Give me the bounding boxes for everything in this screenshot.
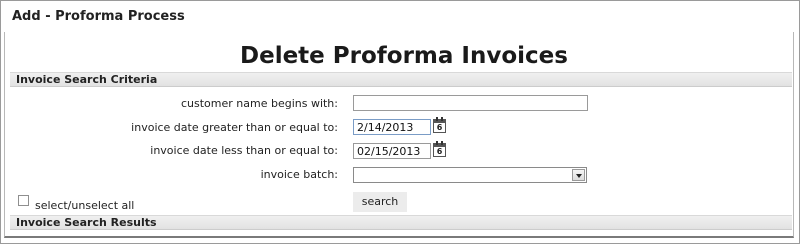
calendar-icon[interactable]: 6: [433, 141, 446, 157]
calendar-day-label: 6: [436, 147, 443, 156]
calendar-icon[interactable]: 6: [433, 117, 446, 133]
page-title: Delete Proforma Invoices: [240, 43, 568, 69]
search-criteria-header: Invoice Search Criteria: [10, 72, 792, 87]
window-title: Add - Proforma Process: [12, 9, 185, 24]
customer-name-input[interactable]: [353, 95, 588, 111]
date-to-input[interactable]: [353, 143, 431, 159]
calendar-day-label: 6: [436, 123, 443, 132]
date-from-input[interactable]: [353, 119, 431, 135]
invoice-batch-label: invoice batch:: [260, 168, 338, 181]
chevron-down-icon[interactable]: [572, 169, 585, 181]
date-to-label: invoice date less than or equal to:: [150, 144, 338, 157]
search-results-header: Invoice Search Results: [10, 215, 792, 230]
search-button[interactable]: search: [353, 192, 407, 212]
customer-name-label: customer name begins with:: [180, 97, 338, 110]
date-from-label: invoice date greater than or equal to:: [131, 121, 338, 134]
invoice-batch-select[interactable]: [353, 167, 587, 183]
select-all-label: select/unselect all: [35, 199, 135, 212]
select-all-checkbox[interactable]: [18, 195, 29, 206]
